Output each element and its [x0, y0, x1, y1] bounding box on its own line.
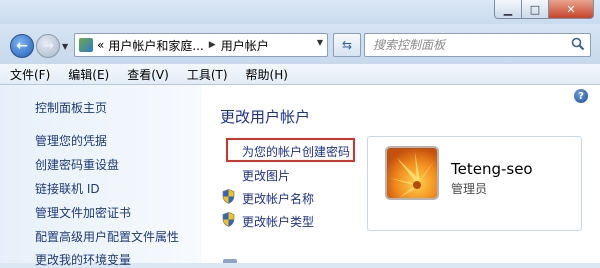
sidebar-item-advanced-profile-properties[interactable]: 配置高级用户配置文件属性	[35, 228, 179, 245]
uac-shield-icon	[222, 212, 235, 227]
sidebar-item-control-panel-home[interactable]: 控制面板主页	[35, 99, 107, 116]
title-bar: ▁ □ ✕	[0, 0, 600, 24]
minimize-button[interactable]: ▁	[494, 0, 522, 19]
address-dropdown-icon[interactable]: ▼	[317, 38, 323, 47]
address-bar[interactable]: « 用户帐户和家庭... ▶ 用户帐户 ▼	[74, 33, 328, 57]
breadcrumb-separator-icon[interactable]: ▶	[209, 40, 216, 50]
page-title: 更改用户帐户	[220, 108, 311, 126]
breadcrumb-overflow[interactable]: «	[97, 38, 104, 52]
change-picture-link[interactable]: 更改图片	[242, 167, 290, 184]
search-input[interactable]	[371, 37, 565, 53]
forward-button[interactable]: →	[36, 34, 60, 58]
partial-icon	[223, 259, 237, 263]
menu-view[interactable]: 查看(V)	[117, 66, 177, 83]
uac-shield-icon	[222, 189, 235, 204]
help-icon[interactable]: ?	[574, 89, 588, 103]
back-arrow-icon: ←	[16, 38, 28, 54]
menu-bar: 文件(F) 编辑(E) 查看(V) 工具(T) 帮助(H)	[0, 64, 600, 85]
sidebar-item-link-online-id[interactable]: 链接联机 ID	[35, 180, 100, 197]
sidebar: 控制面板主页 管理您的凭据 创建密码重设盘 链接联机 ID 管理文件加密证书 配…	[0, 85, 202, 267]
close-icon: ✕	[566, 2, 576, 16]
refresh-icon: ⇆	[341, 38, 353, 52]
search-box[interactable]	[364, 33, 591, 57]
sidebar-item-manage-credentials[interactable]: 管理您的凭据	[35, 132, 107, 149]
minimize-icon: ▁	[503, 2, 513, 16]
search-icon[interactable]	[571, 37, 585, 51]
menu-help[interactable]: 帮助(H)	[236, 66, 296, 83]
maximize-button[interactable]: □	[521, 0, 549, 19]
control-panel-icon	[79, 38, 93, 52]
change-account-type-link[interactable]: 更改帐户类型	[242, 213, 314, 230]
window-controls: ▁ □ ✕	[494, 0, 594, 19]
account-role: 管理员	[451, 182, 488, 196]
menu-tools[interactable]: 工具(T)	[177, 66, 236, 83]
refresh-button[interactable]: ⇆	[333, 33, 361, 57]
menu-edit[interactable]: 编辑(E)	[58, 66, 117, 83]
change-account-name-link[interactable]: 更改帐户名称	[242, 190, 314, 207]
sidebar-item-environment-variables[interactable]: 更改我的环境变量	[35, 251, 131, 268]
create-password-link[interactable]: 为您的帐户创建密码	[242, 143, 350, 160]
sidebar-item-file-encryption-certificates[interactable]: 管理文件加密证书	[35, 204, 131, 221]
account-name: Teteng-seo	[451, 160, 533, 178]
breadcrumb-user-accounts-family[interactable]: 用户帐户和家庭...	[108, 37, 203, 54]
close-button[interactable]: ✕	[548, 0, 594, 19]
user-avatar[interactable]	[385, 146, 439, 200]
flower-picture-icon	[387, 148, 437, 198]
maximize-icon: □	[529, 2, 541, 16]
menu-file[interactable]: 文件(F)	[0, 66, 58, 83]
navigation-bar: ← → ▼ « 用户帐户和家庭... ▶ 用户帐户 ▼ ⇆	[0, 24, 600, 64]
recent-pages-dropdown-icon[interactable]: ▼	[62, 42, 68, 51]
sidebar-item-password-reset-disk[interactable]: 创建密码重设盘	[35, 156, 119, 173]
back-button[interactable]: ←	[10, 34, 34, 58]
breadcrumb-user-accounts[interactable]: 用户帐户	[221, 37, 269, 54]
forward-arrow-icon: →	[42, 38, 54, 54]
